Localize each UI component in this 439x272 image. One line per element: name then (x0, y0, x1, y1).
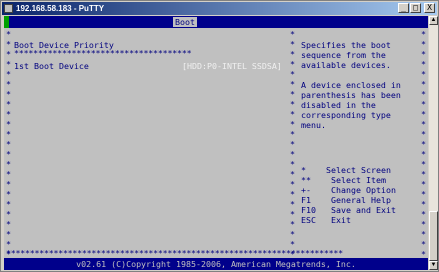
key-name: +- (301, 185, 311, 195)
frame-right-border: * * * * * * * * * * * * * * * * * * * * … (421, 29, 426, 259)
boot-device-value[interactable]: [HDD:P0-INTEL SSDSA] (182, 61, 282, 71)
help-line: sequence from the (301, 50, 386, 60)
minimize-button[interactable]: _ (398, 3, 409, 13)
key-action: General Help (331, 195, 391, 205)
frame-divider: * * * * * * * * * * * * * * * * * * * * … (290, 29, 295, 259)
key-name: ESC (301, 215, 316, 225)
scrollbar-thumb[interactable] (429, 211, 438, 261)
key-name: * (301, 165, 306, 175)
title-bar[interactable]: 192.168.58.183 - PuTTY _ □ X (2, 2, 437, 15)
key-action: Select Screen (326, 165, 391, 175)
bios-menu-bar: Boot (4, 16, 428, 28)
help-line: disabled in the (301, 100, 376, 110)
putty-app-icon[interactable] (4, 4, 13, 13)
maximize-button[interactable]: □ (410, 3, 421, 13)
help-line: available devices. (301, 60, 391, 70)
help-line: corresponding type (301, 110, 391, 120)
terminal-cursor (4, 16, 9, 28)
key-action: Select Item (331, 175, 386, 185)
terminal-area[interactable]: Boot * * * * * * * * * * * * * * * * * *… (4, 16, 428, 270)
key-name: F1 (301, 195, 311, 205)
putty-window: 192.168.58.183 - PuTTY _ □ X Boot * * * … (0, 0, 439, 272)
key-name: ** (301, 175, 311, 185)
help-line: Specifies the boot (301, 40, 391, 50)
help-line: menu. (301, 120, 326, 130)
close-button[interactable]: X (424, 3, 435, 13)
scroll-up-arrow-icon[interactable]: ▲ (429, 16, 438, 25)
help-line: parenthesis has been (301, 90, 401, 100)
help-line: A device enclosed in (301, 80, 401, 90)
section-underline: ************************************* (14, 48, 192, 58)
tab-boot[interactable]: Boot (173, 17, 197, 27)
vertical-scrollbar[interactable]: ▲ ▼ (429, 16, 438, 270)
scroll-down-arrow-icon[interactable]: ▼ (429, 261, 438, 270)
key-action: Change Option (331, 185, 396, 195)
key-name: F10 (301, 205, 316, 215)
copyright-footer: v02.61 (C)Copyright 1985-2006, American … (4, 258, 428, 270)
key-action: Save and Exit (331, 205, 396, 215)
frame-bottom-border: ****************************************… (6, 248, 343, 258)
frame-left-border: * * * * * * * * * * * * * * * * * * * * … (6, 29, 11, 259)
key-action: Exit (331, 215, 351, 225)
boot-device-label: 1st Boot Device (14, 61, 89, 71)
window-title: 192.168.58.183 - PuTTY (16, 4, 105, 13)
